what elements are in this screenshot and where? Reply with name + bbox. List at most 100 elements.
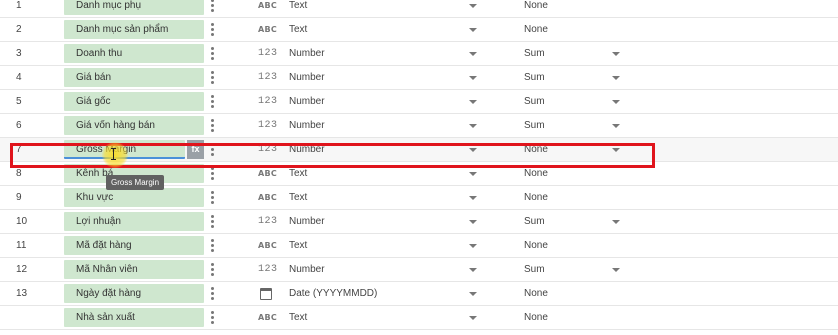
- row-number: 3: [16, 48, 22, 59]
- aggregation-dropdown-caret-icon[interactable]: [612, 124, 620, 128]
- more-options-icon[interactable]: [208, 142, 216, 158]
- aggregation[interactable]: None: [524, 234, 548, 257]
- field-type[interactable]: Number: [289, 138, 325, 161]
- number-type-icon: 123: [258, 264, 278, 275]
- row-number: 8: [16, 168, 22, 179]
- field-type[interactable]: Date (YYYYMMDD): [289, 282, 377, 305]
- type-dropdown-caret-icon[interactable]: [469, 76, 477, 80]
- more-options-icon[interactable]: [208, 118, 216, 134]
- field-type[interactable]: Number: [289, 66, 325, 89]
- row-number: 10: [16, 216, 28, 227]
- type-dropdown-caret-icon[interactable]: [469, 4, 477, 8]
- aggregation[interactable]: Sum: [524, 114, 545, 137]
- field-name[interactable]: Doanh thu: [64, 44, 204, 63]
- type-dropdown-caret-icon[interactable]: [469, 52, 477, 56]
- type-dropdown-caret-icon[interactable]: [469, 292, 477, 296]
- field-type[interactable]: Number: [289, 258, 325, 281]
- number-type-icon: 123: [258, 48, 278, 59]
- field-name[interactable]: Lợi nhuận: [64, 212, 204, 231]
- aggregation[interactable]: Sum: [524, 66, 545, 89]
- field-row: 2 Danh mục sản phẩm ABC Text None: [0, 18, 838, 42]
- field-row: 5 Giá gốc 123 Number Sum: [0, 90, 838, 114]
- text-type-icon: ABC: [258, 193, 278, 202]
- field-name[interactable]: Danh mục sản phẩm: [64, 20, 204, 39]
- more-options-icon[interactable]: [208, 286, 216, 302]
- field-type[interactable]: Text: [289, 18, 307, 41]
- aggregation[interactable]: Sum: [524, 42, 545, 65]
- field-tooltip: Gross Margin: [106, 175, 165, 190]
- text-type-icon: ABC: [258, 241, 278, 250]
- type-dropdown-caret-icon[interactable]: [469, 316, 477, 320]
- aggregation-dropdown-caret-icon[interactable]: [612, 268, 620, 272]
- more-options-icon[interactable]: [208, 0, 216, 14]
- aggregation[interactable]: None: [524, 186, 548, 209]
- number-type-icon: 123: [258, 216, 278, 227]
- field-row: 1 Danh mục phụ ABC Text None: [0, 0, 838, 18]
- aggregation[interactable]: None: [524, 282, 548, 305]
- field-name[interactable]: Giá bán: [64, 68, 204, 87]
- aggregation-dropdown-caret-icon[interactable]: [612, 220, 620, 224]
- aggregation-dropdown-caret-icon[interactable]: [612, 76, 620, 80]
- type-dropdown-caret-icon[interactable]: [469, 124, 477, 128]
- type-dropdown-caret-icon[interactable]: [469, 196, 477, 200]
- more-options-icon[interactable]: [208, 214, 216, 230]
- aggregation[interactable]: None: [524, 306, 548, 329]
- row-number: 6: [16, 120, 22, 131]
- field-type[interactable]: Number: [289, 210, 325, 233]
- row-number: 9: [16, 192, 22, 203]
- more-options-icon[interactable]: [208, 94, 216, 110]
- more-options-icon[interactable]: [208, 46, 216, 62]
- field-name[interactable]: Mã Nhân viên: [64, 260, 204, 279]
- field-type[interactable]: Number: [289, 114, 325, 137]
- text-type-icon: ABC: [258, 25, 278, 34]
- type-dropdown-caret-icon[interactable]: [469, 220, 477, 224]
- type-dropdown-caret-icon[interactable]: [469, 172, 477, 176]
- aggregation[interactable]: None: [524, 138, 548, 161]
- type-dropdown-caret-icon[interactable]: [469, 244, 477, 248]
- aggregation[interactable]: None: [524, 162, 548, 185]
- aggregation[interactable]: None: [524, 18, 548, 41]
- aggregation[interactable]: Sum: [524, 258, 545, 281]
- type-dropdown-caret-icon[interactable]: [469, 268, 477, 272]
- field-type[interactable]: Text: [289, 306, 307, 329]
- field-type[interactable]: Text: [289, 162, 307, 185]
- field-type[interactable]: Number: [289, 90, 325, 113]
- field-name[interactable]: Giá gốc: [64, 92, 204, 111]
- type-dropdown-caret-icon[interactable]: [469, 148, 477, 152]
- more-options-icon[interactable]: [208, 238, 216, 254]
- more-options-icon[interactable]: [208, 166, 216, 182]
- calendar-icon: [260, 288, 272, 300]
- aggregation-dropdown-caret-icon[interactable]: [612, 100, 620, 104]
- field-name[interactable]: Giá vốn hàng bán: [64, 116, 204, 135]
- field-row: 3 Doanh thu 123 Number Sum: [0, 42, 838, 66]
- field-row: 12 Mã Nhân viên 123 Number Sum: [0, 258, 838, 282]
- field-type[interactable]: Text: [289, 186, 307, 209]
- field-type[interactable]: Number: [289, 42, 325, 65]
- field-name[interactable]: Ngày đặt hàng: [64, 284, 204, 303]
- field-type[interactable]: Text: [289, 234, 307, 257]
- text-cursor-icon: [111, 148, 116, 160]
- number-type-icon: 123: [258, 72, 278, 83]
- field-name[interactable]: Danh mục phụ: [64, 0, 204, 15]
- aggregation-dropdown-caret-icon[interactable]: [612, 148, 620, 152]
- field-type[interactable]: Text: [289, 0, 307, 17]
- formula-button[interactable]: fx: [187, 140, 204, 159]
- aggregation[interactable]: Sum: [524, 90, 545, 113]
- text-type-icon: ABC: [258, 169, 278, 178]
- aggregation[interactable]: Sum: [524, 210, 545, 233]
- aggregation[interactable]: None: [524, 0, 548, 17]
- more-options-icon[interactable]: [208, 310, 216, 326]
- type-dropdown-caret-icon[interactable]: [469, 100, 477, 104]
- field-name[interactable]: Nhà sản xuất: [64, 308, 204, 327]
- more-options-icon[interactable]: [208, 70, 216, 86]
- aggregation-dropdown-caret-icon[interactable]: [612, 52, 620, 56]
- type-dropdown-caret-icon[interactable]: [469, 28, 477, 32]
- field-name[interactable]: Mã đặt hàng: [64, 236, 204, 255]
- more-options-icon[interactable]: [208, 190, 216, 206]
- row-number: 1: [16, 0, 22, 11]
- text-type-icon: ABC: [258, 1, 278, 10]
- field-name[interactable]: Khu vực: [64, 188, 204, 207]
- field-row: 10 Lợi nhuận 123 Number Sum: [0, 210, 838, 234]
- more-options-icon[interactable]: [208, 262, 216, 278]
- more-options-icon[interactable]: [208, 22, 216, 38]
